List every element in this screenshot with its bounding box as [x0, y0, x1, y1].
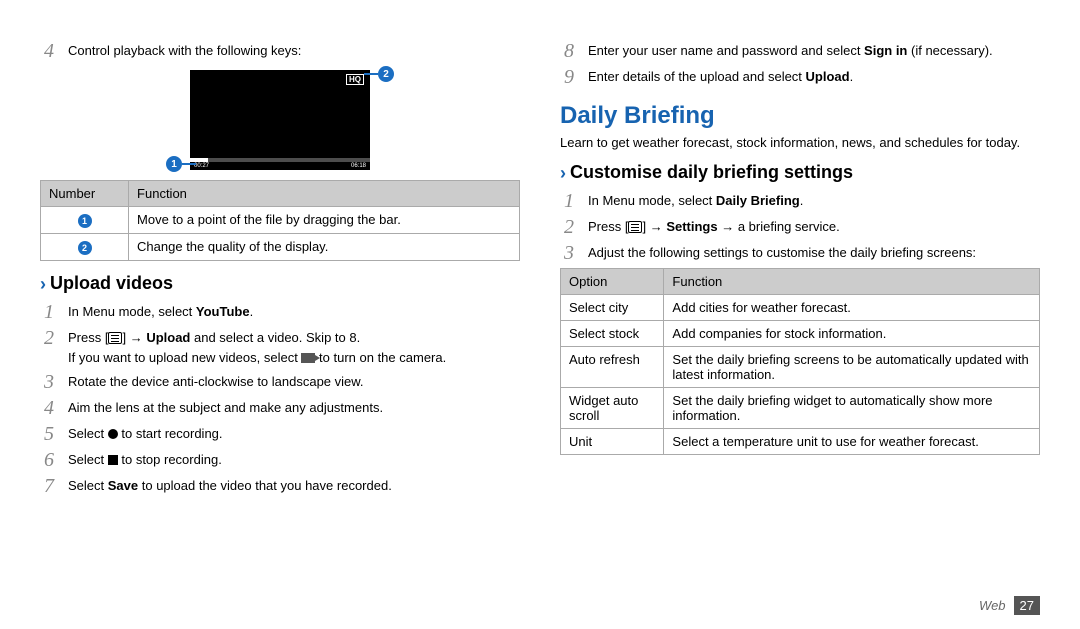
step-text: In Menu mode, select Daily Briefing.: [588, 190, 803, 210]
step-number: 8: [560, 40, 578, 62]
step-number: 3: [40, 371, 58, 393]
camera-icon: [301, 353, 315, 363]
step-text: Enter your user name and password and se…: [588, 40, 993, 60]
step-number: 3: [560, 242, 578, 264]
upload-step-6: 6 Select to stop recording.: [40, 449, 520, 471]
step-number: 2: [40, 327, 58, 349]
upload-step-5: 5 Select to start recording.: [40, 423, 520, 445]
step-number: 4: [40, 397, 58, 419]
upload-step-7: 7 Select Save to upload the video that y…: [40, 475, 520, 497]
video-time-total: 06:18: [351, 163, 366, 169]
table-header-function: Function: [664, 269, 1040, 295]
callout-1: 1: [166, 156, 182, 172]
left-column: 4 Control playback with the following ke…: [40, 40, 520, 501]
step-text: Control playback with the following keys…: [68, 40, 301, 60]
video-progress-bar: [190, 158, 370, 162]
table-header-number: Number: [41, 181, 129, 207]
step-text: Select to start recording.: [68, 423, 223, 443]
table-header-function: Function: [129, 181, 520, 207]
step-number: 9: [560, 66, 578, 88]
video-player: HQ 00:27 06:18: [190, 70, 370, 170]
left-step-4: 4 Control playback with the following ke…: [40, 40, 520, 62]
menu-key-icon: [108, 332, 122, 344]
customise-step-3: 3 Adjust the following settings to custo…: [560, 242, 1040, 264]
video-time-elapsed: 00:27: [194, 163, 209, 169]
playback-keys-table: Number Function 1 Move to a point of the…: [40, 180, 520, 261]
table-row: Auto refreshSet the daily briefing scree…: [561, 347, 1040, 388]
record-icon: [108, 429, 118, 439]
stop-icon: [108, 455, 118, 465]
step-text: Adjust the following settings to customi…: [588, 242, 976, 262]
upload-step-2: 2 Press [] → Upload and select a video. …: [40, 327, 520, 367]
step-text: Select to stop recording.: [68, 449, 222, 469]
step-text: Select Save to upload the video that you…: [68, 475, 392, 495]
upload-step-4: 4 Aim the lens at the subject and make a…: [40, 397, 520, 419]
customise-step-1: 1 In Menu mode, select Daily Briefing.: [560, 190, 1040, 212]
hq-badge: HQ: [346, 74, 364, 85]
step-number: 5: [40, 423, 58, 445]
right-step-9: 9 Enter details of the upload and select…: [560, 66, 1040, 88]
table-row: 2 Change the quality of the display.: [41, 234, 520, 261]
table-row: UnitSelect a temperature unit to use for…: [561, 429, 1040, 455]
table-row: Select cityAdd cities for weather foreca…: [561, 295, 1040, 321]
step-text: Press [] → Upload and select a video. Sk…: [68, 327, 446, 367]
right-column: 8 Enter your user name and password and …: [560, 40, 1040, 501]
upload-videos-heading: ›Upload videos: [40, 273, 520, 295]
table-row: Select stockAdd companies for stock info…: [561, 321, 1040, 347]
table-header-option: Option: [561, 269, 664, 295]
page-footer: Web 27: [979, 596, 1040, 615]
step-text: Aim the lens at the subject and make any…: [68, 397, 383, 417]
footer-page-number: 27: [1014, 596, 1040, 615]
right-step-8: 8 Enter your user name and password and …: [560, 40, 1040, 62]
chevron-right-icon: ›: [40, 274, 46, 294]
step-number: 6: [40, 449, 58, 471]
upload-step-3: 3 Rotate the device anti-clockwise to la…: [40, 371, 520, 393]
daily-briefing-heading: Daily Briefing: [560, 102, 1040, 130]
step-number: 1: [40, 301, 58, 323]
step-text: In Menu mode, select YouTube.: [68, 301, 253, 321]
table-cell: Change the quality of the display.: [129, 234, 520, 261]
step-number: 1: [560, 190, 578, 212]
customise-step-2: 2 Press [] → Settings → a briefing servi…: [560, 216, 1040, 238]
table-row: Widget auto scrollSet the daily briefing…: [561, 388, 1040, 429]
step-text: Rotate the device anti-clockwise to land…: [68, 371, 364, 391]
table-cell: Move to a point of the file by dragging …: [129, 207, 520, 234]
chevron-right-icon: ›: [560, 163, 566, 183]
step-text: Enter details of the upload and select U…: [588, 66, 853, 86]
table-row: 1 Move to a point of the file by draggin…: [41, 207, 520, 234]
video-preview-area: HQ 00:27 06:18 1 2: [40, 70, 520, 170]
bullet-2-icon: 2: [78, 241, 92, 255]
step-number: 7: [40, 475, 58, 497]
bullet-1-icon: 1: [78, 214, 92, 228]
briefing-options-table: Option Function Select cityAdd cities fo…: [560, 268, 1040, 455]
callout-2: 2: [378, 66, 394, 82]
customise-heading: ›Customise daily briefing settings: [560, 162, 1040, 184]
step-text: Press [] → Settings → a briefing service…: [588, 216, 840, 236]
daily-briefing-intro: Learn to get weather forecast, stock inf…: [560, 134, 1040, 152]
menu-key-icon: [628, 221, 642, 233]
step-number: 4: [40, 40, 58, 62]
footer-category: Web: [979, 598, 1006, 613]
upload-step-1: 1 In Menu mode, select YouTube.: [40, 301, 520, 323]
step-number: 2: [560, 216, 578, 238]
